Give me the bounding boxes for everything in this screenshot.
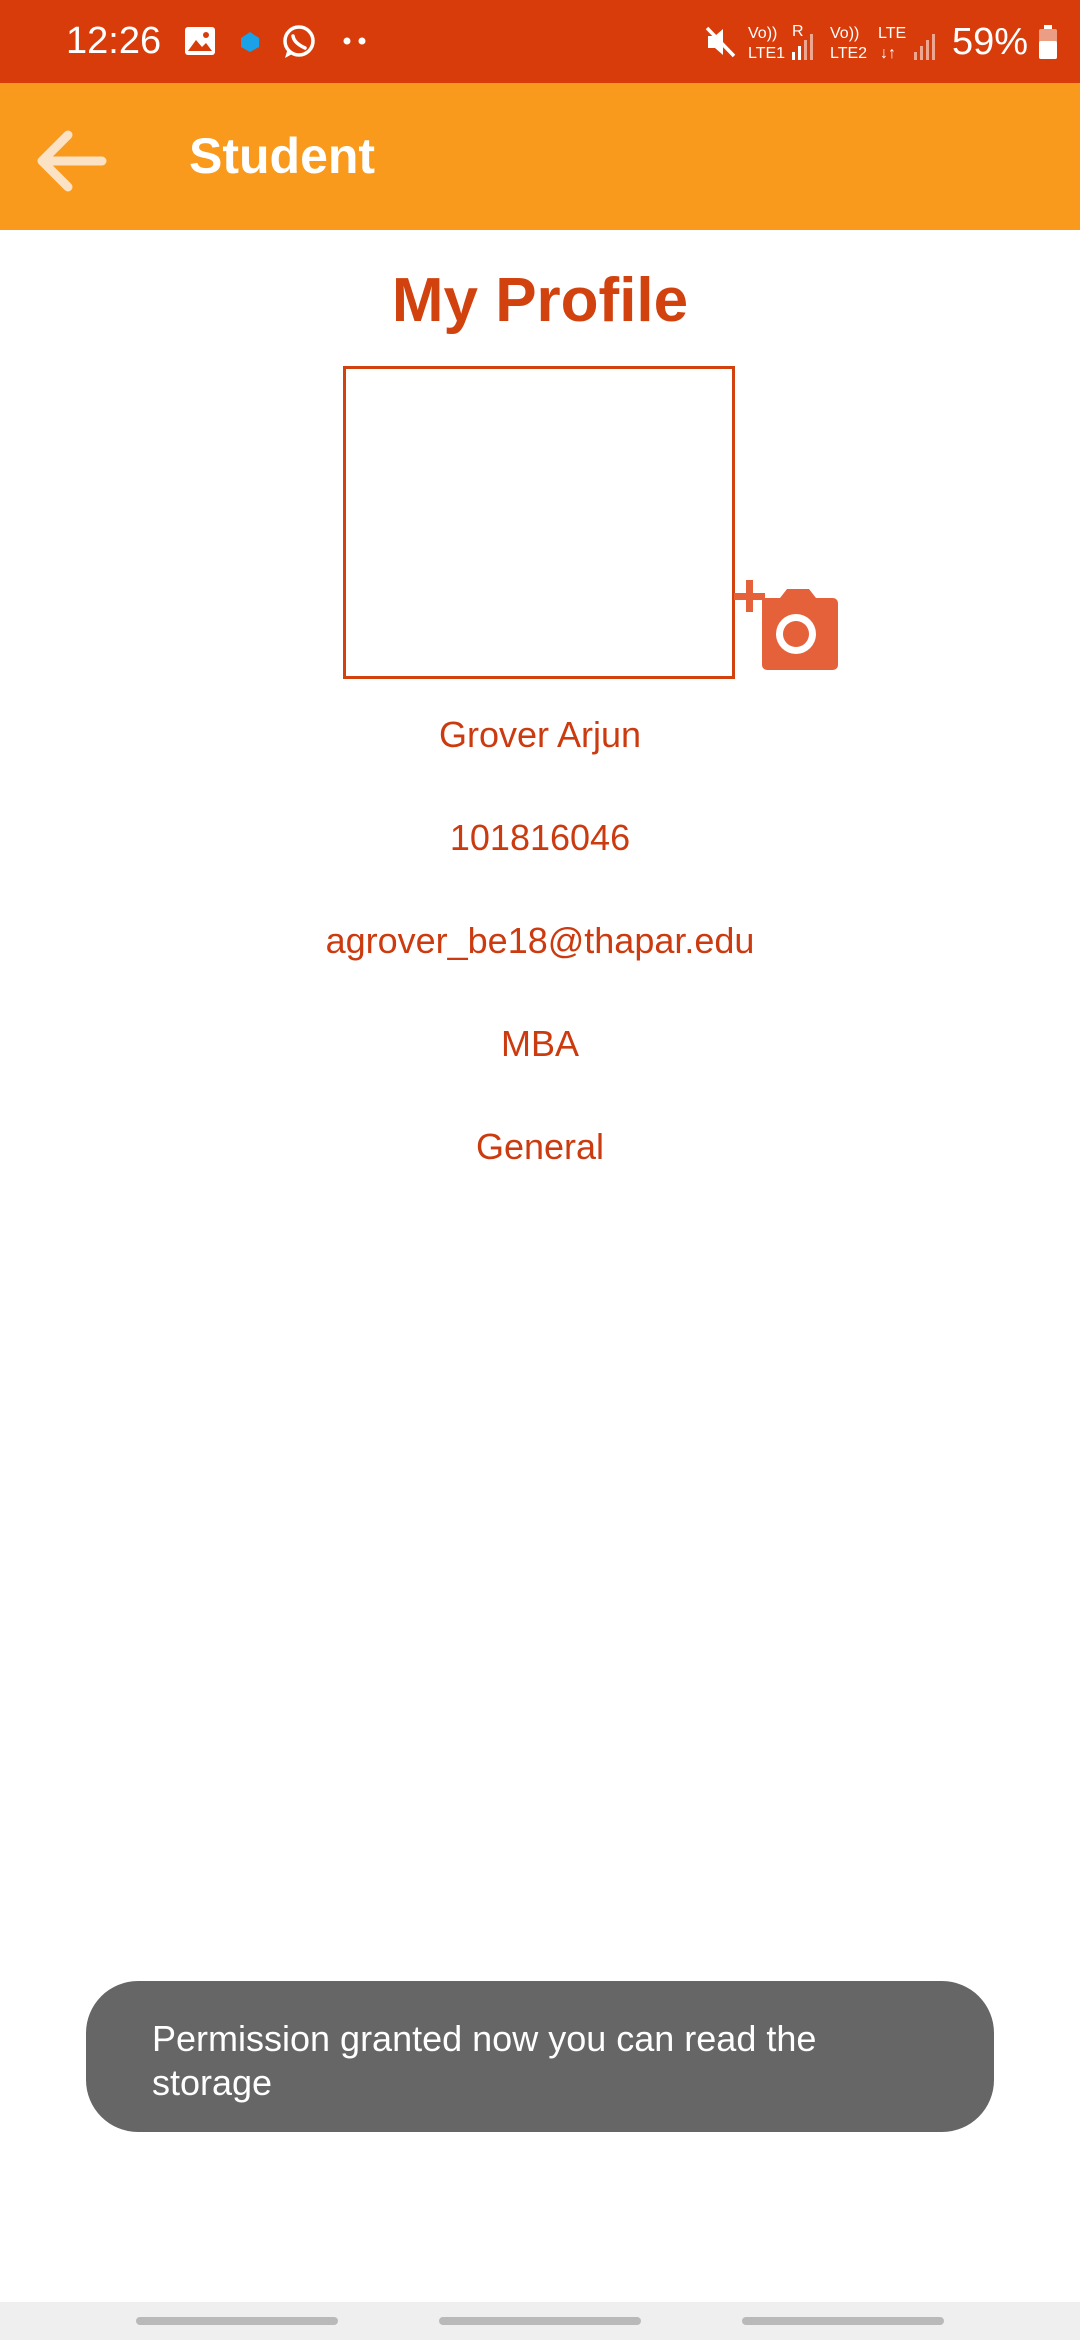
svg-text:LTE2: LTE2 (830, 45, 867, 62)
nav-back-handle[interactable] (136, 2317, 338, 2325)
svg-text:LTE: LTE (878, 25, 906, 42)
back-button[interactable] (30, 119, 114, 203)
battery-icon (1039, 25, 1057, 59)
app-bar: Student (0, 83, 1080, 230)
add-a-photo-icon (734, 580, 838, 670)
category: General (475, 1126, 605, 1167)
program: MBA (500, 1023, 579, 1064)
add-photo-button[interactable] (734, 578, 842, 676)
toast-message: Permission granted now you can read the … (152, 2018, 817, 2103)
status-time: 12:26 (66, 20, 162, 62)
page-title: My Profile (391, 266, 689, 335)
sim1-label: Vo)) (748, 25, 777, 42)
mute-icon (705, 26, 736, 58)
nav-home-handle[interactable] (439, 2317, 641, 2325)
svg-text:↓↑: ↓↑ (880, 45, 896, 62)
toast: Permission granted now you can read the … (86, 1981, 994, 2132)
signal-icon-2: Vo)) LTE2 LTE ↓↑ (830, 25, 935, 62)
gallery-icon (185, 27, 215, 55)
whatsapp-icon (283, 25, 315, 58)
nav-bar (0, 2302, 1080, 2340)
signal-icon: Vo)) LTE1 R (748, 23, 813, 62)
svg-text:Vo)): Vo)) (830, 25, 859, 42)
status-bar: 12:26 Vo)) LTE1 R Vo)) LTE2 LTE ↓↑ 59% (0, 0, 1080, 83)
svg-text:R: R (792, 23, 804, 40)
roll-number: 101816046 (449, 817, 631, 858)
arrow-back-icon (37, 130, 107, 192)
notification-dot-icon (241, 32, 259, 52)
svg-text:LTE1: LTE1 (748, 45, 785, 62)
profile-photo[interactable] (343, 366, 735, 679)
more-dots-icon (343, 37, 366, 45)
student-name: Grover Arjun (438, 714, 642, 755)
battery-percent: 59% (951, 21, 1028, 63)
app-title: Student (189, 128, 376, 184)
nav-recents-handle[interactable] (742, 2317, 944, 2325)
email: agrover_be18@thapar.edu (325, 920, 755, 961)
status-right-cluster: Vo)) LTE1 R Vo)) LTE2 LTE ↓↑ 59% (704, 14, 1058, 70)
